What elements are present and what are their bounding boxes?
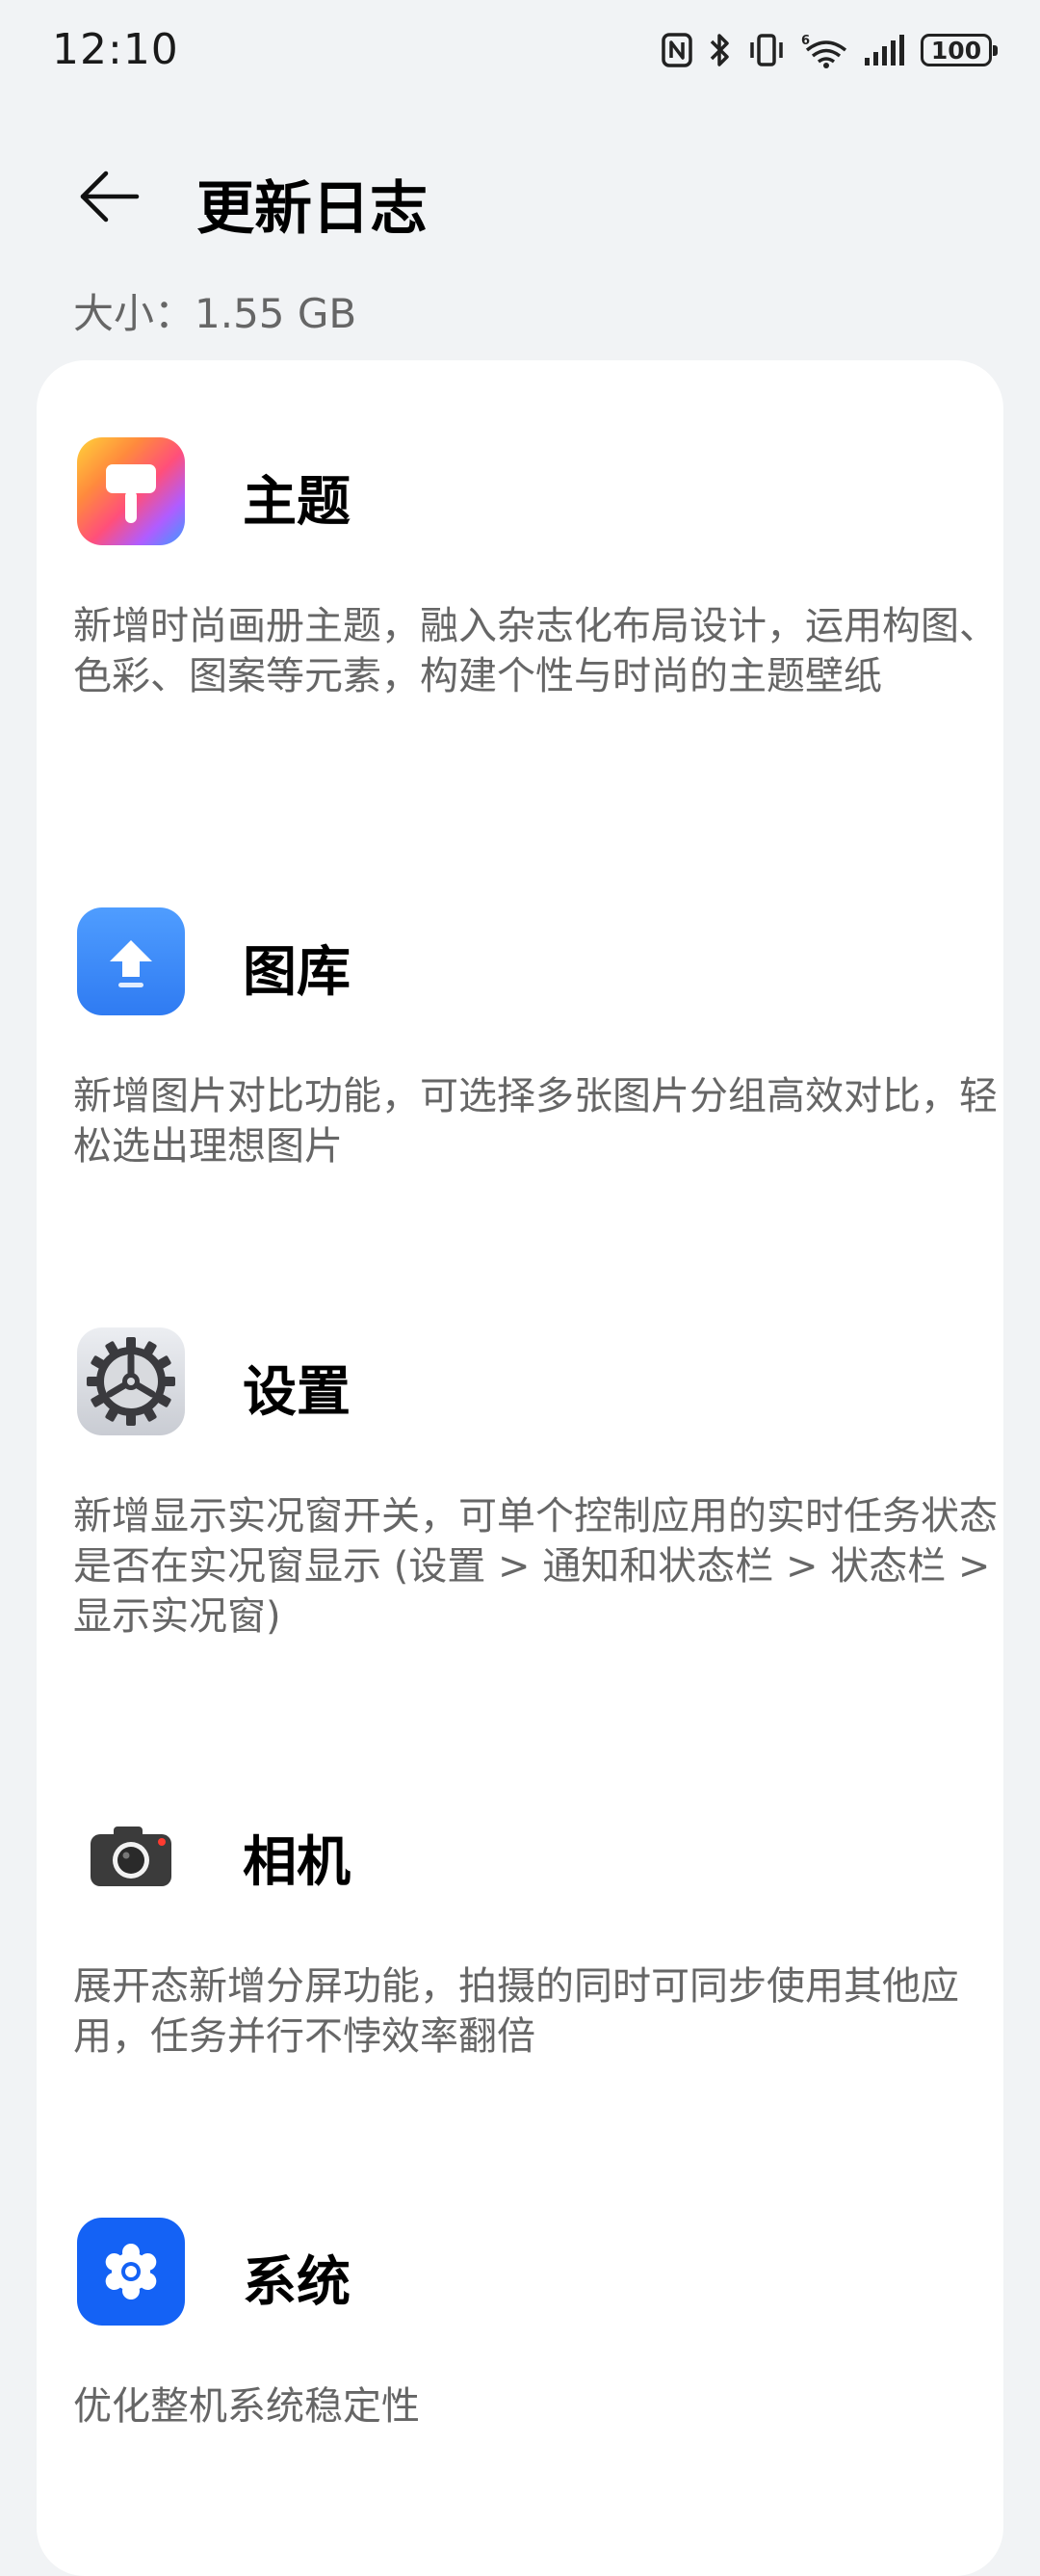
theme-brush-icon (77, 437, 185, 545)
signal-icon (863, 33, 905, 67)
entry-name: 设置 (243, 1361, 351, 1424)
wifi-icon: 6 (801, 31, 847, 69)
svg-text:6: 6 (801, 34, 810, 48)
entry-description: 新增显示实况窗开关，可单个控制应用的实时任务状态是否在实况窗显示 (设置 > 通… (73, 1494, 998, 1639)
entry-name: 系统 (243, 2251, 351, 2314)
entry-description: 新增图片对比功能，可选择多张图片分组高效对比，轻松选出理想图片 (73, 1074, 998, 1169)
status-icons: 6 100 (661, 29, 998, 71)
entry-name: 图库 (243, 941, 351, 1004)
battery-icon: 100 (921, 34, 998, 66)
status-time: 12:10 (52, 25, 179, 74)
changelog-card: 主题 新增时尚画册主题，融入杂志化布局设计，运用构图、色彩、图案等元素，构建个性… (37, 360, 1003, 2576)
entry-name: 相机 (243, 1831, 351, 1894)
back-arrow-icon (77, 170, 141, 227)
entry-description: 优化整机系统稳定性 (73, 2384, 420, 2429)
package-size: 大小：1.55 GB (73, 290, 357, 337)
page-title: 更新日志 (196, 175, 428, 243)
bluetooth-icon (709, 31, 732, 69)
entry-description: 展开态新增分屏功能，拍摄的同时可同步使用其他应用，任务并行不悖效率翻倍 (73, 1964, 959, 2059)
nfc-icon (661, 32, 693, 68)
gallery-icon (77, 907, 185, 1015)
status-bar: 12:10 6 100 (0, 0, 1040, 96)
camera-icon (77, 1798, 185, 1906)
settings-gear-icon (77, 1327, 185, 1435)
back-button[interactable] (65, 164, 152, 233)
header: 更新日志 (0, 145, 1040, 250)
entry-description: 新增时尚画册主题，融入杂志化布局设计，运用构图、色彩、图案等元素，构建个性与时尚… (73, 604, 998, 698)
system-gear-icon (77, 2218, 185, 2326)
vibrate-icon (747, 32, 786, 68)
entry-name: 主题 (243, 471, 351, 534)
